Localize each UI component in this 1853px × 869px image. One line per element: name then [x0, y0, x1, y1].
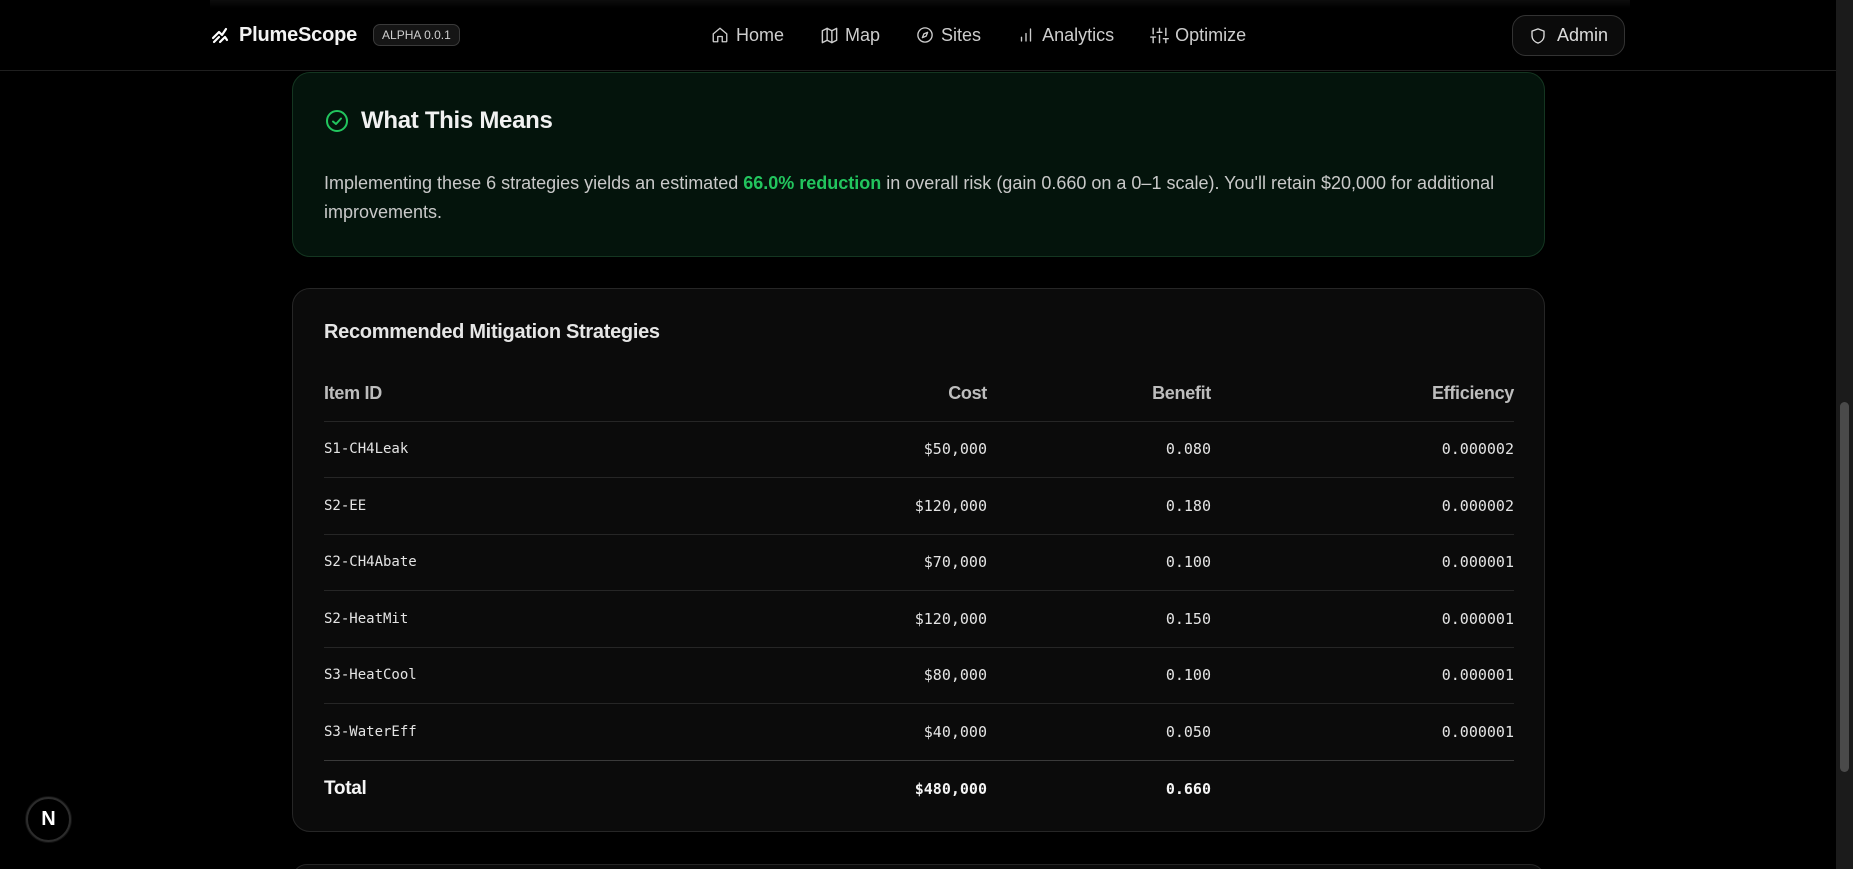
summary-title: What This Means — [361, 107, 553, 134]
cell-benefit: 0.150 — [987, 590, 1211, 648]
cell-efficiency: 0.000001 — [1211, 590, 1514, 648]
cell-cost: $40,000 — [754, 703, 987, 761]
total-label: Total — [324, 777, 367, 799]
sliders-icon — [1149, 25, 1169, 45]
main-nav: Home Map Sites Analytics Optimize — [710, 20, 1246, 50]
table-row[interactable]: S3-HeatCool $80,000 0.100 0.000001 — [324, 647, 1514, 704]
admin-label: Admin — [1556, 25, 1609, 45]
cell-item-id: S2-EE — [324, 477, 754, 535]
column-header-efficiency[interactable]: Efficiency — [1211, 366, 1514, 422]
table-row[interactable]: S2-CH4Abate $70,000 0.100 0.000001 — [324, 534, 1514, 591]
table-row[interactable]: S3-WaterEff $40,000 0.050 0.000001 — [324, 703, 1514, 761]
total-benefit: 0.660 — [1165, 779, 1211, 798]
cell-efficiency: 0.000001 — [1211, 647, 1514, 704]
cell-item-id: S1-CH4Leak — [324, 421, 754, 478]
bar-chart-icon — [1016, 25, 1036, 45]
cell-efficiency: 0.000002 — [1211, 421, 1514, 478]
risk-reduction-highlight: 66.0% reduction — [743, 173, 882, 193]
cell-benefit: 0.080 — [987, 421, 1211, 478]
total-row: Total $480,000 0.660 — [324, 760, 1514, 817]
strategies-title: Recommended Mitigation Strategies — [324, 321, 660, 343]
cell-efficiency: 0.000002 — [1211, 477, 1514, 535]
top-nav-bar: PlumeScope ALPHA 0.0.1 Home Map Sites An… — [0, 0, 1836, 71]
shield-icon — [1529, 27, 1547, 45]
nav-map-label: Map — [845, 24, 881, 45]
table-header-row: Item ID Cost Benefit Efficiency — [324, 366, 1514, 422]
cell-cost: $80,000 — [754, 647, 987, 704]
cell-cost: $70,000 — [754, 534, 987, 591]
total-cost: $480,000 — [914, 779, 987, 798]
top-edge-shadow — [210, 0, 1630, 8]
next-card-edge — [292, 864, 1545, 869]
cell-efficiency: 0.000001 — [1211, 703, 1514, 761]
table-row[interactable]: S1-CH4Leak $50,000 0.080 0.000002 — [324, 421, 1514, 478]
cell-benefit: 0.180 — [987, 477, 1211, 535]
nav-sites[interactable]: Sites — [915, 25, 998, 46]
brand[interactable]: PlumeScope ALPHA 0.0.1 — [209, 22, 460, 48]
total-efficiency — [1211, 760, 1514, 817]
summary-text: Implementing these 6 strategies yields a… — [324, 169, 1524, 227]
nav-map[interactable]: Map — [819, 25, 897, 46]
table-row[interactable]: S2-HeatMit $120,000 0.150 0.000001 — [324, 590, 1514, 648]
nextjs-dev-button[interactable]: N — [26, 797, 71, 842]
summary-card: What This Means Implementing these 6 str… — [292, 72, 1545, 257]
cell-cost: $120,000 — [754, 590, 987, 648]
nav-optimize-label: Optimize — [1175, 24, 1247, 45]
nav-sites-label: Sites — [941, 24, 982, 45]
cell-item-id: S2-CH4Abate — [324, 534, 754, 591]
column-header-item-id[interactable]: Item ID — [324, 366, 754, 422]
plumescope-logo-icon — [209, 24, 231, 46]
brand-name: PlumeScope — [239, 23, 358, 46]
version-badge: ALPHA 0.0.1 — [373, 24, 460, 46]
cell-benefit: 0.100 — [987, 647, 1211, 704]
nav-analytics-label: Analytics — [1042, 24, 1115, 45]
cell-benefit: 0.100 — [987, 534, 1211, 591]
n-logo-label: N — [41, 808, 56, 830]
cell-item-id: S2-HeatMit — [324, 590, 754, 648]
table-row[interactable]: S2-EE $120,000 0.180 0.000002 — [324, 477, 1514, 535]
summary-heading: What This Means — [325, 107, 553, 135]
strategies-card: Recommended Mitigation Strategies Item I… — [292, 288, 1545, 832]
map-icon — [819, 25, 839, 45]
cell-item-id: S3-HeatCool — [324, 647, 754, 704]
cell-item-id: S3-WaterEff — [324, 703, 754, 761]
nav-home[interactable]: Home — [710, 25, 801, 46]
cell-benefit: 0.050 — [987, 703, 1211, 761]
summary-text-before: Implementing these 6 strategies yields a… — [324, 173, 744, 193]
check-circle-icon — [325, 109, 349, 133]
nav-analytics[interactable]: Analytics — [1016, 25, 1131, 46]
column-header-cost[interactable]: Cost — [754, 366, 987, 422]
cell-efficiency: 0.000001 — [1211, 534, 1514, 591]
cell-cost: $50,000 — [754, 421, 987, 478]
cell-cost: $120,000 — [754, 477, 987, 535]
strategies-table: Item ID Cost Benefit Efficiency S1-CH4Le… — [324, 366, 1514, 817]
home-icon — [710, 25, 730, 45]
nav-optimize[interactable]: Optimize — [1149, 25, 1246, 46]
nav-home-label: Home — [736, 24, 785, 45]
admin-button[interactable]: Admin — [1512, 15, 1625, 56]
column-header-benefit[interactable]: Benefit — [987, 366, 1211, 422]
compass-icon — [915, 25, 935, 45]
scrollbar-thumb[interactable] — [1840, 402, 1849, 772]
